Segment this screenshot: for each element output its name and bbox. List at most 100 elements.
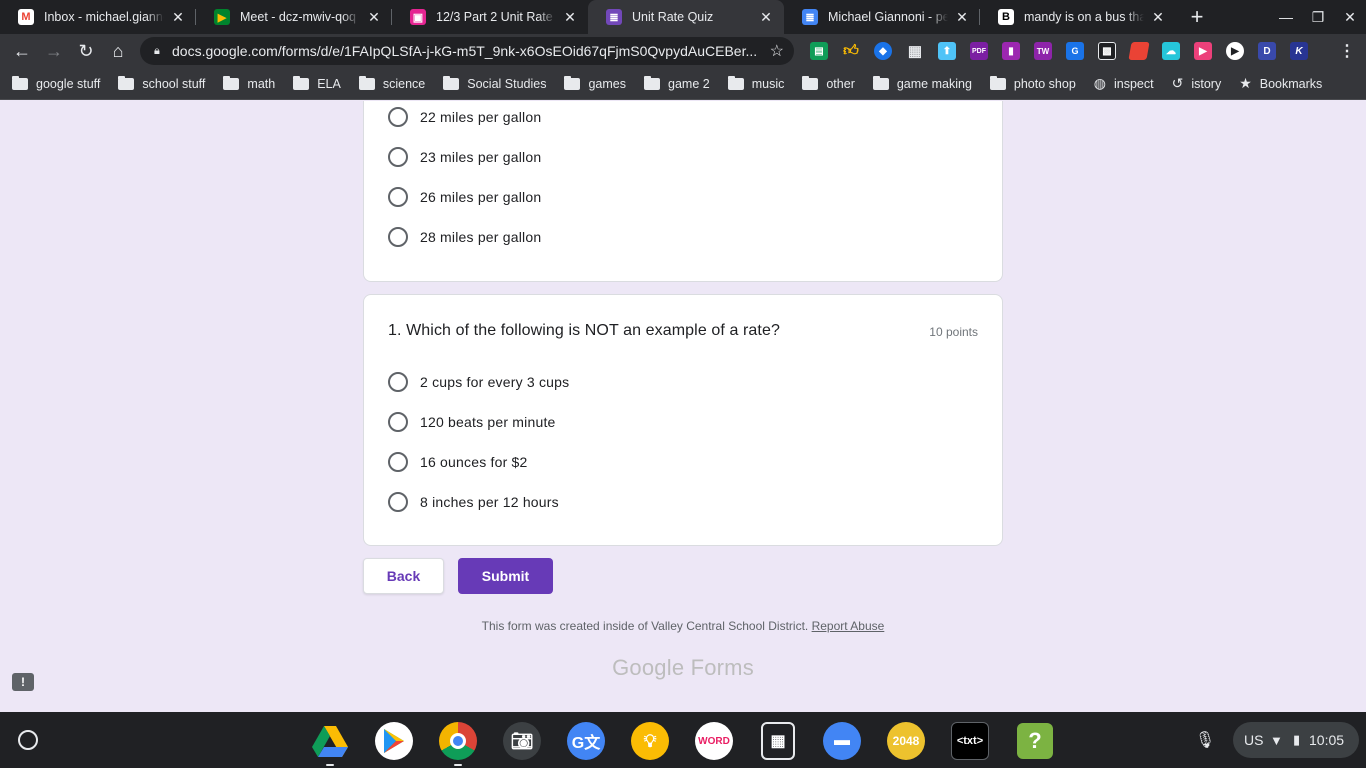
bookmark-game-making[interactable]: game making (872, 75, 972, 91)
play-ext-icon[interactable]: ▶ (1226, 42, 1244, 60)
close-icon[interactable]: ✕ (758, 9, 774, 25)
folder-icon (443, 75, 460, 90)
drive-icon[interactable] (311, 722, 349, 760)
option-22-mpg[interactable]: 22 miles per gallon (388, 105, 541, 129)
2048-icon[interactable]: 2048 (887, 722, 925, 760)
bookmark-label: istory (1191, 76, 1222, 91)
address-bar[interactable]: 🔒︎ docs.google.com/forms/d/e/1FAIpQLSfA-… (140, 37, 794, 65)
launcher-icon[interactable] (18, 730, 38, 750)
bookmark-photo-shop[interactable]: photo shop (989, 75, 1076, 91)
bookmark-games[interactable]: games (564, 75, 626, 91)
screencast-ext-icon[interactable]: ▶ (1194, 42, 1212, 60)
forms-icon: ≣ (606, 9, 622, 25)
window-close-icon[interactable]: ✕ (1334, 0, 1366, 34)
tab-docs[interactable]: ≣ Michael Giannoni - per 4 ✕ (784, 0, 980, 34)
input-method-label[interactable]: US (1244, 712, 1263, 768)
play-store-icon[interactable] (375, 722, 413, 760)
option-23-mpg[interactable]: 23 miles per gallon (388, 145, 541, 169)
option-inches[interactable]: 8 inches per 12 hours (388, 490, 559, 514)
radio-button[interactable] (388, 492, 408, 512)
close-icon[interactable]: ✕ (954, 9, 970, 25)
upload-ext-icon[interactable]: ⬆ (938, 42, 956, 60)
close-icon[interactable]: ✕ (170, 9, 186, 25)
minimize-icon[interactable]: — (1270, 0, 1302, 34)
calculator-icon[interactable]: ▦ (761, 722, 795, 760)
battery-icon: ▮ (1293, 732, 1301, 747)
bookmark-social-studies[interactable]: Social Studies (443, 75, 546, 91)
thumbs-up-ext-icon[interactable]: 👍︎ (842, 42, 860, 60)
home-icon[interactable]: ⌂ (102, 35, 134, 67)
radio-button[interactable] (388, 187, 408, 207)
submit-button[interactable]: Submit (458, 558, 553, 594)
bookmark-star-icon[interactable]: ☆ (770, 41, 784, 61)
classroom-ext-icon[interactable]: ▤ (810, 42, 828, 60)
menu-kebab-icon[interactable]: ⋮ (1338, 42, 1356, 60)
bookmark-school-stuff[interactable]: school stuff (118, 75, 205, 91)
new-tab-button[interactable]: + (1182, 2, 1212, 32)
option-label: 8 inches per 12 hours (420, 494, 559, 510)
restore-icon[interactable]: ❐ (1302, 0, 1334, 34)
option-beats[interactable]: 120 beats per minute (388, 410, 556, 434)
pdf-ext-icon[interactable]: PDF (970, 42, 988, 60)
google-forms-logo[interactable]: Google Forms (0, 655, 1366, 681)
tw-ext-icon[interactable]: TW (1034, 42, 1052, 60)
shield-ext-icon[interactable]: ◆ (874, 42, 892, 60)
bookmark-science[interactable]: science (358, 75, 425, 91)
microphone-icon[interactable]: 🎙︎ (1195, 712, 1215, 768)
cloud-ext-icon[interactable]: ☁ (1162, 42, 1180, 60)
option-28-mpg[interactable]: 28 miles per gallon (388, 225, 541, 249)
translate-ext-icon[interactable]: G (1066, 42, 1084, 60)
back-arrow-icon[interactable]: ← (6, 35, 38, 67)
text-icon[interactable]: <txt> (951, 722, 989, 760)
bookmark-music[interactable]: music (727, 75, 785, 91)
radio-button[interactable] (388, 107, 408, 127)
tab-brainly[interactable]: B mandy is on a bus that is ✕ (980, 0, 1176, 34)
grid-ext-icon[interactable]: ▦ (906, 42, 924, 60)
help-icon[interactable]: ? (1017, 723, 1053, 759)
k-ext-icon[interactable]: K (1290, 42, 1308, 60)
bookmark-bookmarks[interactable]: ★ Bookmarks (1239, 75, 1322, 92)
camera-icon[interactable]: 📷︎ (503, 722, 541, 760)
footer-note: This form was created inside of Valley C… (481, 619, 809, 633)
tab-gmail[interactable]: M Inbox - michael.giannoni ✕ (0, 0, 196, 34)
report-abuse-link[interactable]: Report Abuse (812, 619, 885, 633)
tab-unit-rate-quiz[interactable]: ≣ Unit Rate Quiz ✕ (588, 0, 784, 34)
bookmark-history[interactable]: ↺ istory (1172, 75, 1222, 92)
bookmark-game-2[interactable]: game 2 (644, 75, 710, 91)
bookmark-ela[interactable]: ELA (293, 75, 341, 91)
radio-button[interactable] (388, 372, 408, 392)
bookmark-ext-icon[interactable]: ▮ (1002, 42, 1020, 60)
chrome-icon[interactable] (439, 722, 477, 760)
bookmark-other[interactable]: other (802, 75, 855, 91)
option-cups[interactable]: 2 cups for every 3 cups (388, 370, 569, 394)
bookmark-google-stuff[interactable]: google stuff (12, 75, 100, 91)
bookmark-label: music (751, 76, 785, 91)
tab-classroom[interactable]: ▣ 12/3 Part 2 Unit Rate Quiz ✕ (392, 0, 588, 34)
radio-button[interactable] (388, 412, 408, 432)
close-icon[interactable]: ✕ (366, 9, 382, 25)
option-label: 120 beats per minute (420, 414, 556, 430)
close-icon[interactable]: ✕ (1150, 9, 1166, 25)
feedback-icon[interactable]: ! (12, 673, 34, 691)
reload-icon[interactable]: ↻ (70, 35, 102, 67)
bookmark-label: math (247, 76, 276, 91)
tab-meet[interactable]: ▶ Meet - dcz-mwiv-qoq ✕ (196, 0, 392, 34)
radio-button[interactable] (388, 227, 408, 247)
d-ext-icon[interactable]: D (1258, 42, 1276, 60)
bookmark-math[interactable]: math (223, 75, 276, 91)
words-game-icon[interactable]: WORD (695, 722, 733, 760)
option-ounces[interactable]: 16 ounces for $2 (388, 450, 528, 474)
keep-icon[interactable]: 💡︎ (631, 722, 669, 760)
close-icon[interactable]: ✕ (562, 9, 578, 25)
eraser-ext-icon[interactable] (1128, 42, 1150, 60)
files-icon[interactable]: ▬ (823, 722, 861, 760)
bookmark-inspect[interactable]: ◍ inspect (1094, 75, 1154, 92)
radio-button[interactable] (388, 452, 408, 472)
clock[interactable]: 10:05 (1309, 712, 1344, 768)
forward-arrow-icon[interactable]: → (38, 35, 70, 67)
radio-button[interactable] (388, 147, 408, 167)
option-26-mpg[interactable]: 26 miles per gallon (388, 185, 541, 209)
qr-ext-icon[interactable]: ▩ (1098, 42, 1116, 60)
back-button[interactable]: Back (363, 558, 444, 594)
translate-icon[interactable]: G文 (567, 722, 605, 760)
